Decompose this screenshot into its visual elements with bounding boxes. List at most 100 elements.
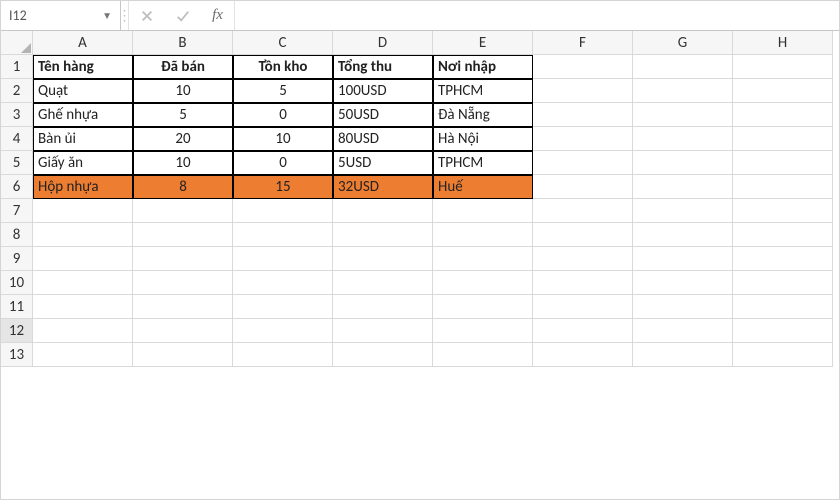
cell-D3[interactable]: 50USD [333,103,433,127]
cell-H1[interactable] [733,55,833,79]
cell-A6[interactable]: Hộp nhựa [33,175,133,199]
column-header-F[interactable]: F [533,31,633,55]
cell-D9[interactable] [333,247,433,271]
cell-B8[interactable] [133,223,233,247]
row-header-1[interactable]: 1 [1,55,33,79]
cell-E2[interactable]: TPHCM [433,79,533,103]
cell-C3[interactable]: 0 [233,103,333,127]
cell-H6[interactable] [733,175,833,199]
column-header-E[interactable]: E [433,31,533,55]
row-header-12[interactable]: 12 [1,319,33,343]
chevron-down-icon[interactable]: ▼ [96,9,112,22]
cell-A7[interactable] [33,199,133,223]
row-header-2[interactable]: 2 [1,79,33,103]
cell-G4[interactable] [633,127,733,151]
cell-E3[interactable]: Đà Nẵng [433,103,533,127]
cell-G2[interactable] [633,79,733,103]
cell-E11[interactable] [433,295,533,319]
cell-C5[interactable]: 0 [233,151,333,175]
column-header-D[interactable]: D [333,31,433,55]
cell-F9[interactable] [533,247,633,271]
cell-A11[interactable] [33,295,133,319]
cell-F3[interactable] [533,103,633,127]
cell-G8[interactable] [633,223,733,247]
select-all-corner[interactable] [1,31,33,55]
cell-A5[interactable]: Giấy ăn [33,151,133,175]
cell-C10[interactable] [233,271,333,295]
column-header-C[interactable]: C [233,31,333,55]
cell-C13[interactable] [233,343,333,367]
cell-A10[interactable] [33,271,133,295]
cell-A4[interactable]: Bàn ủi [33,127,133,151]
cell-A3[interactable]: Ghế nhựa [33,103,133,127]
cell-D7[interactable] [333,199,433,223]
cell-B7[interactable] [133,199,233,223]
cell-H9[interactable] [733,247,833,271]
cell-C4[interactable]: 10 [233,127,333,151]
row-header-8[interactable]: 8 [1,223,33,247]
column-header-H[interactable]: H [733,31,833,55]
cell-B11[interactable] [133,295,233,319]
cell-E1[interactable]: Nơi nhập [433,55,533,79]
cell-E8[interactable] [433,223,533,247]
cell-E12[interactable] [433,319,533,343]
cell-B4[interactable]: 20 [133,127,233,151]
row-header-6[interactable]: 6 [1,175,33,199]
cell-H8[interactable] [733,223,833,247]
cell-B12[interactable] [133,319,233,343]
cell-H5[interactable] [733,151,833,175]
cell-C2[interactable]: 5 [233,79,333,103]
cell-D2[interactable]: 100USD [333,79,433,103]
row-header-5[interactable]: 5 [1,151,33,175]
cell-A1[interactable]: Tên hàng [33,55,133,79]
cell-D11[interactable] [333,295,433,319]
cell-C9[interactable] [233,247,333,271]
cell-A8[interactable] [33,223,133,247]
cell-B3[interactable]: 5 [133,103,233,127]
cell-H4[interactable] [733,127,833,151]
cell-B6[interactable]: 8 [133,175,233,199]
column-header-G[interactable]: G [633,31,733,55]
row-header-7[interactable]: 7 [1,199,33,223]
row-header-13[interactable]: 13 [1,343,33,367]
cell-G6[interactable] [633,175,733,199]
cell-D1[interactable]: Tổng thu [333,55,433,79]
cell-E9[interactable] [433,247,533,271]
cell-E13[interactable] [433,343,533,367]
cell-A12[interactable] [33,319,133,343]
cell-F4[interactable] [533,127,633,151]
cell-F6[interactable] [533,175,633,199]
cell-G12[interactable] [633,319,733,343]
cell-F11[interactable] [533,295,633,319]
cell-H3[interactable] [733,103,833,127]
cell-F5[interactable] [533,151,633,175]
cell-A9[interactable] [33,247,133,271]
column-header-A[interactable]: A [33,31,133,55]
cell-D4[interactable]: 80USD [333,127,433,151]
cell-H13[interactable] [733,343,833,367]
cell-D13[interactable] [333,343,433,367]
cell-B9[interactable] [133,247,233,271]
cell-C11[interactable] [233,295,333,319]
cell-D10[interactable] [333,271,433,295]
cell-B5[interactable]: 10 [133,151,233,175]
name-box[interactable]: I12 ▼ [1,1,121,30]
cell-E7[interactable] [433,199,533,223]
cell-A13[interactable] [33,343,133,367]
cell-E4[interactable]: Hà Nội [433,127,533,151]
cell-C12[interactable] [233,319,333,343]
cell-F13[interactable] [533,343,633,367]
spreadsheet-grid[interactable]: ABCDEFGH1Tên hàngĐã bánTồn khoTổng thuNơ… [1,31,839,367]
cell-B10[interactable] [133,271,233,295]
cell-H11[interactable] [733,295,833,319]
row-header-9[interactable]: 9 [1,247,33,271]
cell-C6[interactable]: 15 [233,175,333,199]
cell-B13[interactable] [133,343,233,367]
cell-G13[interactable] [633,343,733,367]
cell-H10[interactable] [733,271,833,295]
cell-F10[interactable] [533,271,633,295]
cell-B1[interactable]: Đã bán [133,55,233,79]
row-header-11[interactable]: 11 [1,295,33,319]
cell-C7[interactable] [233,199,333,223]
cell-G5[interactable] [633,151,733,175]
